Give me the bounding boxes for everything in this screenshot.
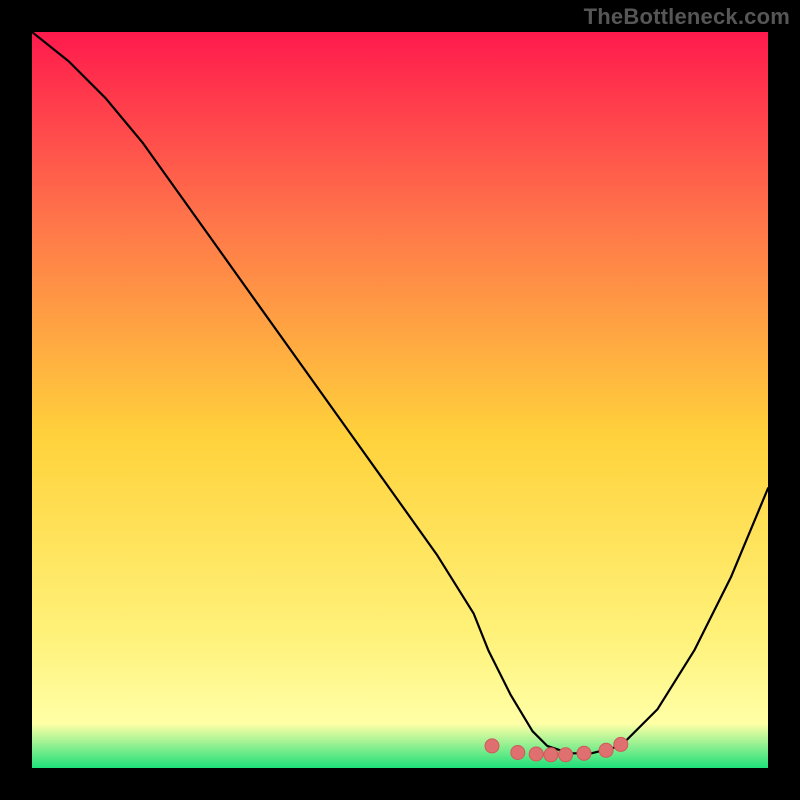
marker-dot [544, 748, 558, 762]
chart-svg [32, 32, 768, 768]
marker-dot [485, 739, 499, 753]
chart-frame: TheBottleneck.com [0, 0, 800, 800]
marker-dot [599, 743, 613, 757]
marker-dot [511, 746, 525, 760]
watermark-text: TheBottleneck.com [584, 4, 790, 30]
marker-dot [614, 737, 628, 751]
marker-dot [559, 748, 573, 762]
marker-dot [577, 746, 591, 760]
plot-area [32, 32, 768, 768]
marker-dot [529, 747, 543, 761]
